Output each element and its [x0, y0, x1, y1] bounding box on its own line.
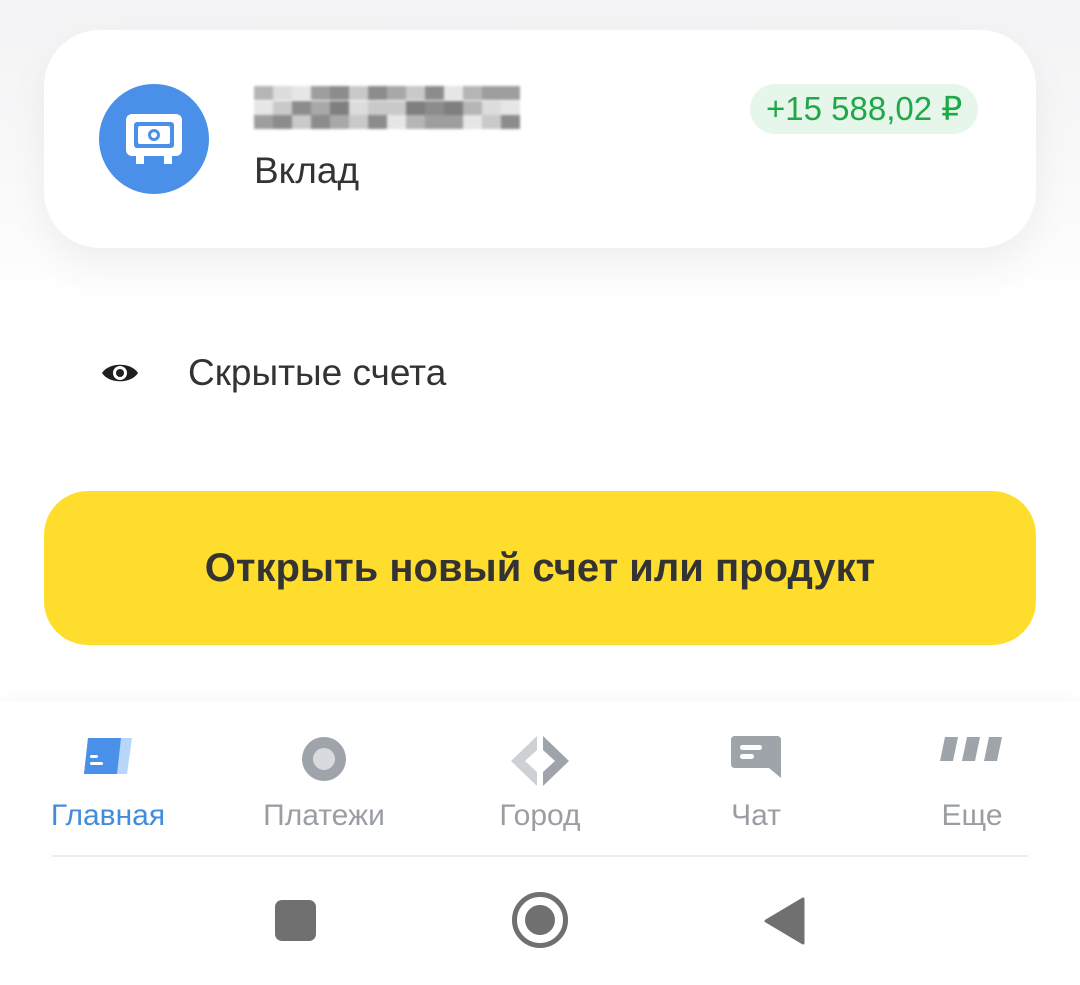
more-dots-icon — [940, 737, 1002, 761]
home-card-icon — [84, 738, 132, 774]
system-navigation-bar — [0, 857, 1080, 985]
payments-circle-icon — [302, 737, 346, 781]
tab-label: Еще — [941, 799, 1003, 832]
safe-icon — [99, 84, 209, 194]
hidden-accounts-label: Скрытые счета — [188, 352, 447, 393]
home-circle-icon[interactable] — [512, 892, 568, 948]
tab-label: Главная — [50, 799, 166, 832]
account-type-label: Вклад — [254, 150, 360, 191]
account-amount-badge: +15 588,02 ₽ — [750, 84, 979, 134]
recents-square-icon[interactable] — [275, 900, 316, 941]
tab-more[interactable]: Еще — [864, 702, 1080, 856]
back-triangle-icon[interactable] — [763, 897, 805, 945]
tab-label: Город — [499, 799, 581, 832]
tab-city[interactable]: Город — [432, 702, 648, 856]
account-name-redacted — [254, 86, 520, 130]
tab-chat[interactable]: Чат — [648, 702, 864, 856]
hidden-accounts-link[interactable]: Скрытые счета — [100, 345, 446, 401]
bottom-tab-bar: Главная Платежи Город Чат Еще — [0, 702, 1080, 856]
tab-payments[interactable]: Платежи — [216, 702, 432, 856]
tab-label: Платежи — [263, 799, 385, 832]
chat-bubble-icon — [731, 736, 781, 778]
eye-icon — [102, 364, 138, 382]
accounts-screen: Вклад +15 588,02 ₽ Скрытые счета Открыть… — [0, 0, 1080, 985]
tab-label: Чат — [731, 799, 781, 832]
city-diamond-icon — [511, 736, 569, 786]
open-new-product-button[interactable]: Открыть новый счет или продукт — [44, 491, 1036, 645]
tab-home[interactable]: Главная — [0, 702, 216, 856]
deposit-account-card[interactable]: Вклад +15 588,02 ₽ — [44, 30, 1036, 248]
